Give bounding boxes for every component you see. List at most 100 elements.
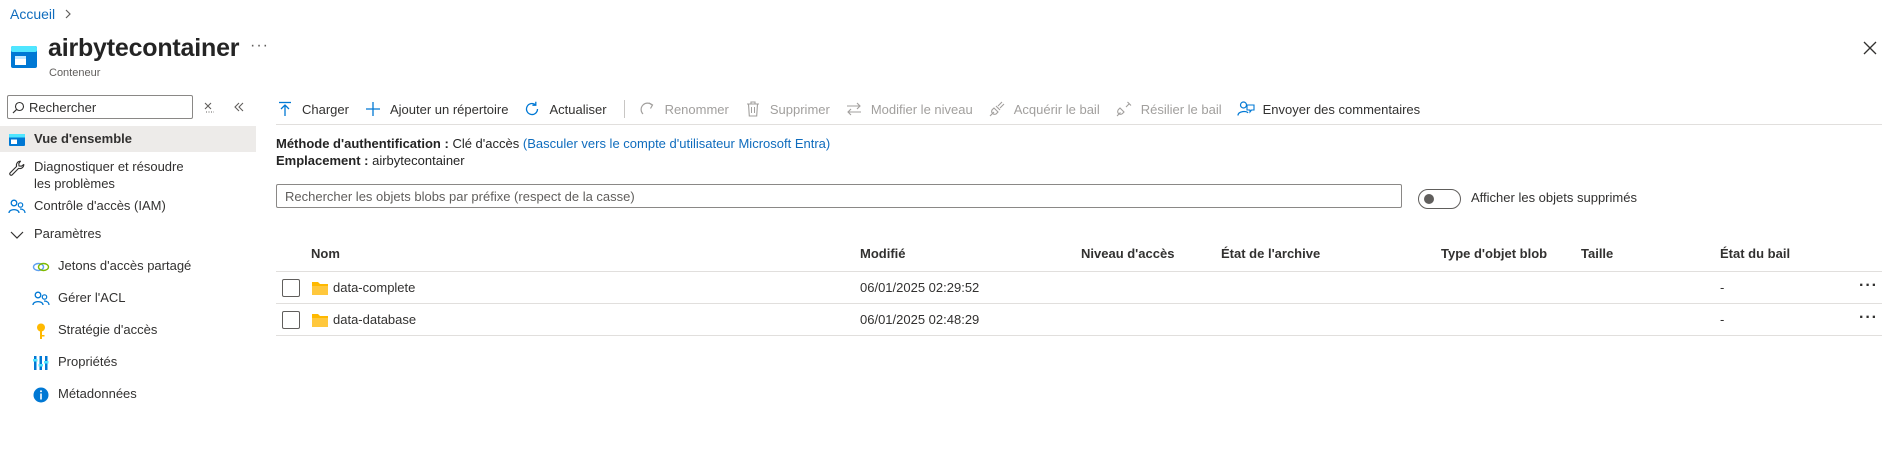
sidebar-item-label: Vue d'ensemble	[34, 131, 132, 146]
table-row[interactable]: data-database 06/01/2025 02:48:29 - ···	[276, 304, 1882, 336]
sidebar-item-iam[interactable]: Contrôle d'accès (IAM)	[0, 192, 256, 218]
trash-icon	[746, 101, 759, 117]
sidebar-item-settings[interactable]: Paramètres	[0, 218, 256, 250]
sidebar-search-input[interactable]	[29, 99, 189, 115]
row-lease-state: -	[1720, 312, 1725, 327]
show-deleted-toggle[interactable]	[1418, 189, 1461, 209]
rename-button[interactable]: Renommer	[639, 100, 729, 118]
delete-button[interactable]: Supprimer	[744, 100, 830, 118]
table-row[interactable]: data-complete 06/01/2025 02:29:52 - ···	[276, 272, 1882, 304]
sidebar-item-metadata[interactable]: Métadonnées	[0, 378, 256, 410]
sidebar: Vue d'ensemble Diagnostiquer et résoudre…	[0, 92, 256, 470]
upload-icon	[279, 101, 291, 116]
page-subtitle: Conteneur	[49, 67, 101, 79]
collapse-sidebar-icon[interactable]	[232, 100, 246, 114]
sidebar-item-label: Paramètres	[34, 226, 102, 241]
row-more-options-icon[interactable]: ···	[1859, 310, 1878, 326]
feedback-button[interactable]: Envoyer des commentaires	[1237, 100, 1421, 118]
page-header: airbytecontainer Conteneur ···	[10, 34, 1880, 80]
rename-icon	[640, 102, 653, 115]
chevron-down-icon	[10, 231, 24, 239]
row-modified: 06/01/2025 02:48:29	[860, 312, 980, 327]
toolbar-divider-line	[276, 124, 1882, 125]
plus-icon	[365, 102, 380, 116]
add-directory-button[interactable]: Ajouter un répertoire	[364, 100, 509, 118]
people-icon	[32, 291, 50, 306]
acquire-lease-label: Acquérir le bail	[1013, 101, 1100, 117]
table-header: Nom Modifié Niveau d'accès État de l'arc…	[276, 240, 1882, 272]
feedback-label: Envoyer des commentaires	[1262, 101, 1421, 117]
link-icon	[32, 262, 50, 272]
change-tier-button[interactable]: Modifier le niveau	[845, 100, 973, 118]
refresh-icon	[526, 101, 539, 116]
location-label: Emplacement :	[276, 153, 369, 168]
feedback-icon	[1237, 101, 1255, 116]
sidebar-item-label: Propriétés	[58, 354, 118, 369]
refresh-button[interactable]: Actualiser	[523, 100, 607, 118]
column-header-access-tier[interactable]: Niveau d'accès	[1081, 246, 1174, 261]
column-header-blob-type[interactable]: Type d'objet blob	[1441, 246, 1547, 261]
breadcrumb: Accueil	[10, 6, 75, 22]
add-directory-label: Ajouter un répertoire	[389, 101, 509, 117]
wrench-icon	[9, 160, 25, 176]
clear-filter-icon[interactable]	[202, 100, 216, 114]
column-header-name[interactable]: Nom	[311, 246, 340, 261]
overview-icon	[9, 134, 25, 146]
location-value: airbytecontainer	[372, 153, 465, 168]
sidebar-item-diagnose[interactable]: Diagnostiquer et résoudre les problèmes	[0, 152, 256, 192]
refresh-label: Actualiser	[549, 101, 607, 117]
folder-icon	[312, 282, 328, 295]
command-bar: Charger Ajouter un répertoire Actualiser…	[276, 95, 1876, 123]
sidebar-item-label: Métadonnées	[58, 386, 137, 401]
break-lease-button[interactable]: Résilier le bail	[1115, 100, 1222, 118]
search-icon	[12, 101, 25, 113]
sidebar-item-access-policy[interactable]: Stratégie d'accès	[0, 314, 256, 346]
sidebar-item-label: Contrôle d'accès (IAM)	[34, 198, 166, 213]
sidebar-item-overview[interactable]: Vue d'ensemble	[0, 126, 256, 152]
switch-auth-link[interactable]: (Basculer vers le compte d'utilisateur M…	[523, 136, 830, 151]
properties-icon	[33, 356, 49, 370]
people-icon	[8, 199, 26, 214]
sidebar-item-label: Jetons d'accès partagé	[58, 258, 192, 273]
close-icon[interactable]	[1860, 38, 1880, 58]
info-icon	[33, 387, 49, 403]
row-modified: 06/01/2025 02:29:52	[860, 280, 980, 295]
more-options-icon[interactable]: ···	[250, 37, 269, 55]
sidebar-item-acl[interactable]: Gérer l'ACL	[0, 282, 256, 314]
change-tier-label: Modifier le niveau	[870, 101, 973, 117]
upload-label: Charger	[302, 101, 349, 117]
sidebar-nav: Vue d'ensemble Diagnostiquer et résoudre…	[0, 126, 256, 410]
auth-method-label: Méthode d'authentification :	[276, 136, 449, 151]
upload-button[interactable]: Charger	[276, 100, 349, 118]
sidebar-item-label: Stratégie d'accès	[58, 322, 158, 337]
blob-prefix-search-input[interactable]	[276, 184, 1402, 208]
container-info: Méthode d'authentification : Clé d'accès…	[276, 135, 830, 169]
swap-arrows-icon	[846, 102, 861, 116]
sidebar-item-label: Gérer l'ACL	[58, 290, 126, 305]
toggle-knob	[1424, 194, 1434, 204]
column-header-archive-status[interactable]: État de l'archive	[1221, 246, 1320, 261]
row-lease-state: -	[1720, 280, 1725, 295]
row-checkbox[interactable]	[282, 311, 300, 329]
break-lease-label: Résilier le bail	[1140, 101, 1222, 117]
container-icon	[11, 46, 37, 68]
row-name[interactable]: data-database	[333, 312, 416, 327]
acquire-lease-button[interactable]: Acquérir le bail	[988, 100, 1100, 118]
sidebar-item-properties[interactable]: Propriétés	[0, 346, 256, 378]
key-icon	[37, 323, 45, 339]
blob-table: Nom Modifié Niveau d'accès État de l'arc…	[276, 240, 1882, 336]
column-header-modified[interactable]: Modifié	[860, 246, 906, 261]
show-deleted-label: Afficher les objets supprimés	[1471, 190, 1637, 205]
column-header-size[interactable]: Taille	[1581, 246, 1613, 261]
column-header-lease-state[interactable]: État du bail	[1720, 246, 1790, 261]
folder-icon	[312, 314, 328, 327]
auth-method-value: Clé d'accès	[452, 136, 520, 151]
sidebar-search-box[interactable]	[7, 95, 193, 119]
delete-label: Supprimer	[769, 101, 830, 117]
row-checkbox[interactable]	[282, 279, 300, 297]
location-row: Emplacement : airbytecontainer	[276, 152, 830, 169]
breadcrumb-home-link[interactable]: Accueil	[10, 6, 55, 22]
row-name[interactable]: data-complete	[333, 280, 415, 295]
row-more-options-icon[interactable]: ···	[1859, 278, 1878, 294]
sidebar-item-sas[interactable]: Jetons d'accès partagé	[0, 250, 256, 282]
